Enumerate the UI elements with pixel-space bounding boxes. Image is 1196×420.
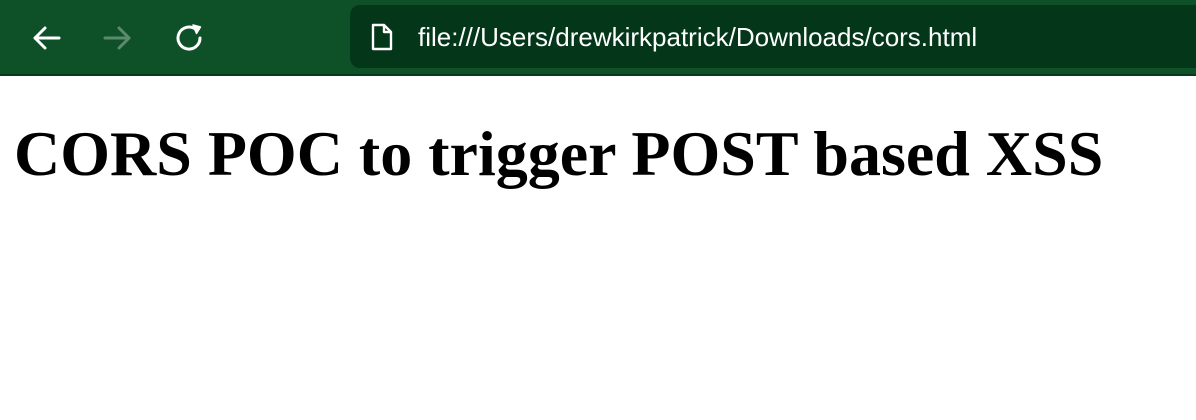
back-button[interactable] [26,18,66,58]
forward-button[interactable] [98,18,138,58]
url-text[interactable]: file:///Users/drewkirkpatrick/Downloads/… [418,21,977,53]
arrow-right-icon [103,26,131,50]
address-bar[interactable]: file:///Users/drewkirkpatrick/Downloads/… [350,5,1196,68]
arrow-left-icon [33,26,61,50]
reload-icon [176,24,202,51]
page-content: CORS POC to trigger POST based XSS [0,78,1196,420]
browser-toolbar: file:///Users/drewkirkpatrick/Downloads/… [0,0,1196,76]
file-icon [371,23,393,51]
reload-button[interactable] [170,18,210,58]
page-heading: CORS POC to trigger POST based XSS [14,118,1104,189]
